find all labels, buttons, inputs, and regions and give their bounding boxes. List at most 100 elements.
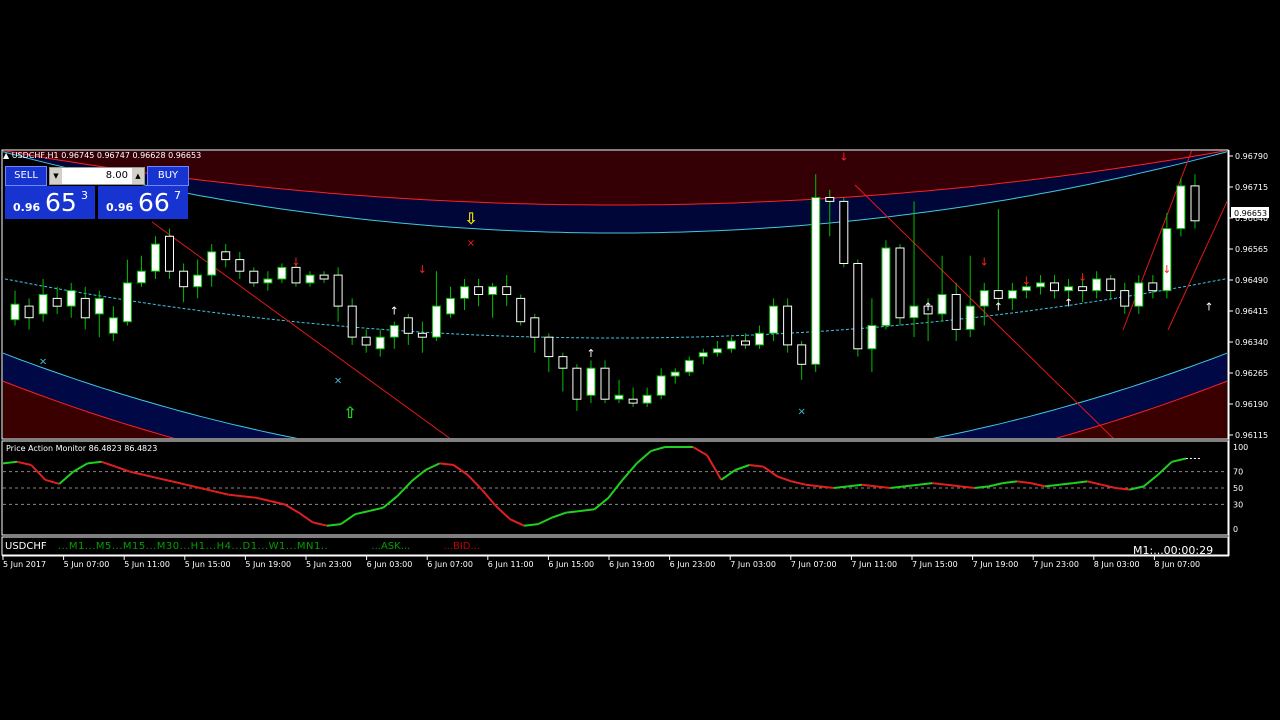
oscillator-tick-label: 50 xyxy=(1233,484,1243,493)
bear-candle xyxy=(783,305,793,346)
buy-quote[interactable]: 0.96 66 7 xyxy=(98,186,188,219)
bull-candle xyxy=(488,286,498,296)
bull-candle xyxy=(1036,282,1045,288)
price-tick-label: 0.96340 xyxy=(1235,338,1268,347)
bull-candle xyxy=(684,359,694,373)
chart-header: ▲ USDCHF,H1 0.96745 0.96747 0.96628 0.96… xyxy=(3,151,201,160)
bull-candle xyxy=(66,290,76,307)
lot-decrease-icon[interactable]: ▼ xyxy=(50,168,62,184)
bull-candle xyxy=(656,375,666,396)
bear-candle xyxy=(52,297,62,307)
bear-candle xyxy=(403,317,413,334)
arrow-up-icon: ↑ xyxy=(923,300,932,313)
cross-marker-icon: × xyxy=(797,407,805,418)
bear-candle xyxy=(474,286,484,296)
time-tick-label: 7 Jun 07:00 xyxy=(791,560,837,569)
time-tick-label: 7 Jun 23:00 xyxy=(1033,560,1079,569)
time-tick-label: 6 Jun 23:00 xyxy=(670,560,716,569)
bid-label[interactable]: ...BID... xyxy=(443,541,480,552)
bear-candle xyxy=(628,398,638,404)
time-tick-label: 8 Jun 03:00 xyxy=(1094,560,1140,569)
timeframe-links[interactable]: ...M1...M5...M15...M30...H1...H4...D1...… xyxy=(58,541,328,552)
bull-candle xyxy=(193,274,203,288)
chart-stage: ↑↑↑↑↑↑↑↑↓↓↓↓↓↓↓×××⇧⇩× 0.967900.967150.96… xyxy=(0,0,1280,720)
buy-price-sup: 7 xyxy=(174,189,181,202)
lot-size-field[interactable]: ▼ 8.00 ▲ xyxy=(49,167,145,185)
price-tick-label: 0.96115 xyxy=(1235,431,1268,440)
bear-candle xyxy=(165,235,174,272)
bear-candle xyxy=(1078,286,1088,292)
bear-candle xyxy=(951,294,961,330)
arrow-down-icon: ↓ xyxy=(1078,271,1087,284)
bull-candle xyxy=(10,303,20,321)
ohlc-label: 0.96745 0.96747 0.96628 0.96653 xyxy=(61,151,202,160)
current-price-label: 0.96653 xyxy=(1234,209,1267,218)
bottom-symbol: USDCHF xyxy=(5,541,47,552)
bull-candle xyxy=(389,325,399,338)
bull-candle xyxy=(94,297,104,315)
time-tick-label: 5 Jun 11:00 xyxy=(124,560,170,569)
timeframe-bar: USDCHF ...M1...M5...M15...M30...H1...H4.… xyxy=(5,541,480,552)
bull-candle xyxy=(755,332,764,346)
arrow-down-icon: ↓ xyxy=(1162,263,1171,276)
bear-candle xyxy=(333,274,343,307)
bear-candle xyxy=(1190,185,1200,222)
bull-candle xyxy=(965,305,975,330)
bull-candle xyxy=(108,317,118,334)
bull-candle xyxy=(811,197,821,365)
buy-price-big: 66 xyxy=(138,188,170,217)
symbol-label: USDCHF,H1 xyxy=(11,151,59,160)
bear-candle xyxy=(993,290,1003,299)
bull-candle xyxy=(207,251,217,276)
bear-candle xyxy=(558,356,568,369)
arrow-up-icon: ↑ xyxy=(1064,297,1073,310)
bull-candle xyxy=(136,270,146,284)
time-tick-label: 6 Jun 11:00 xyxy=(488,560,534,569)
big-up-arrow-icon: ⇧ xyxy=(343,403,356,422)
bear-candle xyxy=(530,317,540,338)
bull-candle xyxy=(867,325,877,350)
time-tick-label: 6 Jun 19:00 xyxy=(609,560,655,569)
cross-marker-icon: × xyxy=(334,376,342,387)
buy-button[interactable]: BUY xyxy=(147,166,189,186)
bear-candle xyxy=(80,297,90,319)
time-tick-label: 5 Jun 15:00 xyxy=(185,560,231,569)
time-tick-label: 5 Jun 23:00 xyxy=(306,560,352,569)
price-tick-label: 0.96415 xyxy=(1235,307,1268,316)
bear-candle xyxy=(853,263,863,350)
time-tick-label: 5 Jun 19:00 xyxy=(245,560,291,569)
bear-candle xyxy=(895,247,905,319)
bull-candle xyxy=(1064,286,1074,292)
bull-candle xyxy=(881,247,891,327)
oscillator-tick-label: 30 xyxy=(1233,500,1243,509)
bear-candle xyxy=(1050,282,1059,292)
bull-candle xyxy=(375,336,385,350)
time-tick-label: 5 Jun 07:00 xyxy=(64,560,110,569)
bear-candle xyxy=(825,197,835,202)
lot-value: 8.00 xyxy=(105,170,128,181)
sell-quote[interactable]: 0.96 65 3 xyxy=(5,186,95,219)
bull-candle xyxy=(446,297,455,315)
bear-candle xyxy=(417,332,427,338)
bear-candle xyxy=(249,270,259,284)
bull-candle xyxy=(712,348,722,354)
arrow-down-icon: ↓ xyxy=(418,263,427,276)
arrow-up-icon: ↑ xyxy=(390,304,399,317)
time-tick-label: 7 Jun 11:00 xyxy=(851,560,897,569)
bull-candle xyxy=(38,294,48,315)
arrow-down-icon: ↓ xyxy=(291,255,300,268)
bull-candle xyxy=(151,243,160,272)
ask-label[interactable]: ...ASK... xyxy=(371,541,410,552)
bear-candle xyxy=(1148,282,1158,292)
bear-candle xyxy=(797,344,807,365)
bear-candle xyxy=(347,305,357,338)
bear-candle xyxy=(502,286,512,296)
bear-candle xyxy=(741,340,750,346)
bull-candle xyxy=(1176,185,1186,230)
arrow-up-icon: ↑ xyxy=(1204,300,1213,313)
lot-increase-icon[interactable]: ▲ xyxy=(132,168,144,184)
sell-button[interactable]: SELL xyxy=(5,166,47,186)
bear-candle xyxy=(1106,278,1116,292)
oscillator-tick-label: 0 xyxy=(1233,525,1238,534)
header-triangle-icon[interactable]: ▲ xyxy=(3,151,9,160)
